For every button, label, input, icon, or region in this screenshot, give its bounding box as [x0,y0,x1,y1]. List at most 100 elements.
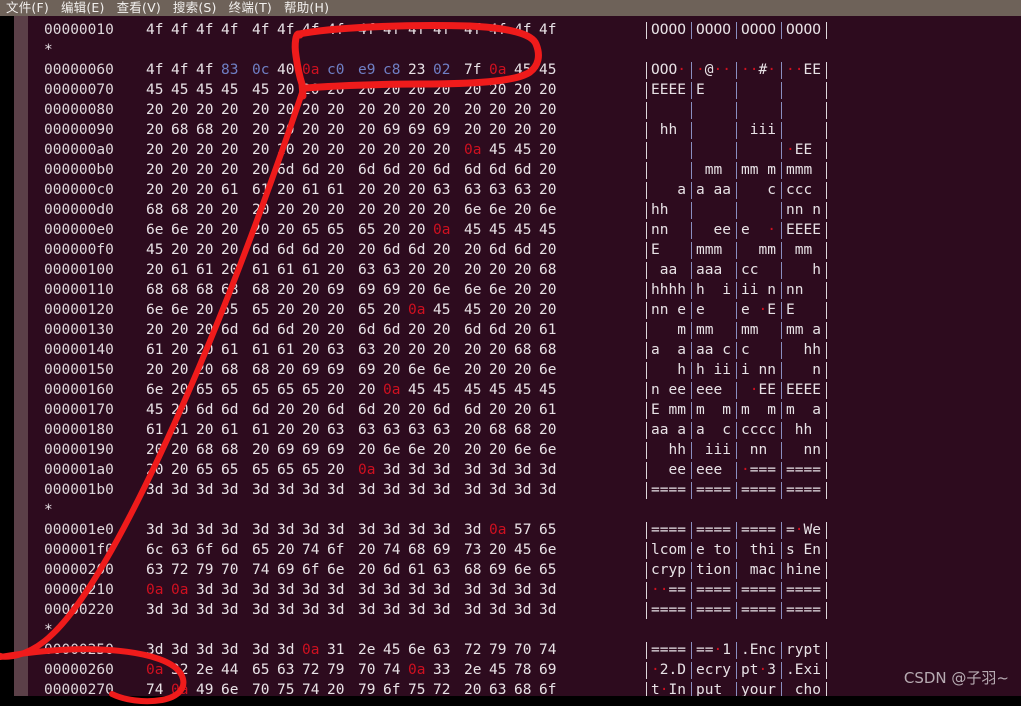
nonprint-dot: · [758,662,768,678]
ascii-cell [741,140,776,160]
hex-byte: 20 [277,202,295,218]
ascii-separator [781,362,782,379]
menu-help[interactable]: 帮助(H) [278,0,335,16]
hex-byte: 4f [146,62,164,78]
ascii-separator [646,662,647,679]
hex-byte: 68 [146,202,164,218]
hexdump-output[interactable]: 00000010 4f 4f 4f 4f 4f 4f 4f 4f 4f 4f 4f 4f 4f 4f 4f 4f… [28,16,1021,706]
hex-byte: 3d [408,522,426,538]
hex-byte: 20 [383,222,401,238]
hex-byte: 20 [433,102,451,118]
hex-byte: 63 [358,262,376,278]
hex-byte: 0a [146,582,164,598]
ascii-cell: eee [696,462,731,478]
hex-byte: 3d [252,602,270,618]
nonprint-dot: · [786,62,795,78]
hex-byte: 6e [171,302,189,318]
hex-byte: 20 [252,162,270,178]
hex-byte: 20 [327,102,345,118]
ascii-cell: nn [741,442,776,458]
hex-byte: 6d [514,162,532,178]
nonprint-dot: · [696,62,705,78]
hex-byte: 20 [327,162,345,178]
hex-byte: 45 [514,222,532,238]
hex-byte: 6d [358,322,376,338]
hex-byte: 3d [514,462,532,478]
hex-byte: 20 [252,202,270,218]
ascii-separator [691,542,692,559]
hex-byte: 63 [464,182,482,198]
hex-byte: 20 [277,102,295,118]
hex-byte: 63 [433,422,451,438]
hex-byte: 3d [196,482,214,498]
ascii-cell [696,100,731,120]
ascii-cell: c [741,342,776,358]
hex-byte: 20 [464,362,482,378]
ascii-separator [646,242,647,259]
menu-file[interactable]: 文件(F) [0,0,55,16]
ascii-cell: a a [651,342,686,358]
hex-byte: 6e [464,282,482,298]
hex-byte: 3d [196,582,214,598]
hex-byte: 6d [277,242,295,258]
hex-byte: 20 [358,182,376,198]
menu-view[interactable]: 查看(V) [111,0,167,16]
hex-byte: 20 [146,262,164,278]
hex-byte: 20 [277,142,295,158]
ascii-separator [826,522,827,539]
ascii-cell: E [786,302,821,318]
menu-search[interactable]: 搜索(S) [167,0,223,16]
ascii-cell: hh [651,442,686,458]
hex-byte: 6f [327,542,345,558]
hex-byte: 6e [539,442,557,458]
hex-byte: 20 [196,222,214,238]
ascii-separator [781,422,782,439]
hex-byte: 20 [327,122,345,138]
hex-byte: 45 [539,382,557,398]
ascii-cell: OOO· [651,62,686,78]
hex-byte: 3d [252,642,270,658]
hex-byte: 6d [433,162,451,178]
hex-byte: 61 [539,402,557,418]
ascii-separator [646,182,647,199]
hex-byte: 45 [146,82,164,98]
ascii-cell: nn n [786,202,821,218]
ascii-separator [646,442,647,459]
ascii-cell: ·EE [786,142,821,158]
hex-byte: 6d [489,242,507,258]
hex-byte: 3d [464,482,482,498]
ascii-cell: c [741,182,776,198]
hex-byte: 6e [408,642,426,658]
scrollbar-track[interactable] [14,16,40,706]
ascii-cell: aa [651,262,686,278]
hex-byte: 20 [302,402,320,418]
hex-byte: 4f [358,22,376,38]
hex-byte: 3d [277,582,295,598]
hex-byte: 3d [539,462,557,478]
hexdump-offset: 00000120 [44,302,114,318]
ascii-separator [781,462,782,479]
menu-terminal[interactable]: 终端(T) [223,0,278,16]
hex-byte: 6f [196,542,214,558]
hex-byte: 0a [408,302,426,318]
ascii-separator [691,262,692,279]
menu-edit[interactable]: 编辑(E) [55,0,111,16]
ascii-cell: ==== [786,602,821,618]
ascii-separator [781,182,782,199]
hex-byte: 63 [408,422,426,438]
hex-byte: 20 [196,362,214,378]
ascii-cell: n ee [651,382,686,398]
hexdump-offset: 00000130 [44,322,114,338]
hex-byte: 3d [408,482,426,498]
ascii-separator [826,262,827,279]
ascii-separator [646,422,647,439]
hex-byte: 23 [408,62,426,78]
hex-byte: 3d [146,522,164,538]
hex-byte: 3d [358,482,376,498]
hex-byte: 0a [464,142,482,158]
ascii-separator [781,442,782,459]
hex-byte: 3d [252,582,270,598]
hex-byte: 6d [302,242,320,258]
ascii-cell [696,140,731,160]
hex-byte: 69 [327,442,345,458]
